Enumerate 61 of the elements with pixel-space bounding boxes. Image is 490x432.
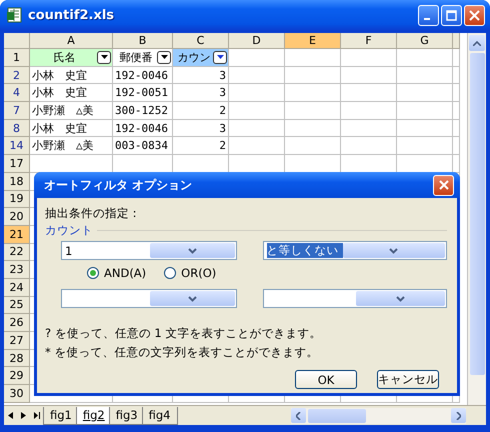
table-cell: 2 xyxy=(173,102,229,120)
table-cell: 192-0046 xyxy=(113,120,173,138)
prompt-label: 抽出条件の指定 : xyxy=(45,206,138,221)
filter-header-cell: 郵便番 xyxy=(113,49,173,67)
column-header[interactable]: G xyxy=(397,33,453,49)
row-header[interactable]: 20 xyxy=(4,208,30,226)
table-cell: 2 xyxy=(173,137,229,156)
row-header[interactable]: 2 xyxy=(4,66,30,84)
column-header[interactable]: B xyxy=(113,33,173,49)
sheet-tab[interactable]: fig4 xyxy=(142,406,178,424)
row-header[interactable]: 1 xyxy=(4,49,30,67)
radio-option[interactable]: AND(A) xyxy=(87,266,146,280)
row-header[interactable]: 24 xyxy=(4,278,30,297)
sheet-tab[interactable]: fig3 xyxy=(108,406,145,424)
row-header[interactable]: 19 xyxy=(4,190,30,208)
column-header[interactable]: A xyxy=(30,33,113,49)
table-cell: 192-0046 xyxy=(113,66,173,84)
value-combo-box[interactable]: 1 xyxy=(61,241,237,260)
row-header[interactable]: 21 xyxy=(4,226,30,244)
table-cell: 小野瀬 △美 xyxy=(30,102,113,120)
column-header[interactable]: D xyxy=(229,33,285,49)
table-cell: 300-1252 xyxy=(113,102,173,120)
table-cell: 3 xyxy=(173,120,229,138)
row-header[interactable]: 28 xyxy=(4,350,30,368)
table-cell: 小林 史宜 xyxy=(30,84,113,102)
row-header[interactable]: 23 xyxy=(4,261,30,279)
column-header[interactable]: F xyxy=(341,33,397,49)
row-header[interactable]: 8 xyxy=(4,120,30,138)
row-header[interactable]: 30 xyxy=(4,385,30,403)
table-cell: 小林 史宜 xyxy=(30,66,113,84)
table-cell: 小林 史宜 xyxy=(30,120,113,138)
hint-text: ? を使って、任意の 1 文字を表すことができます。 xyxy=(45,326,322,341)
row-header[interactable]: 22 xyxy=(4,244,30,262)
row-header[interactable]: 25 xyxy=(4,296,30,314)
window-title: countif2.xls xyxy=(28,8,114,22)
ok-button[interactable]: OK xyxy=(295,370,357,389)
column-header[interactable]: E xyxy=(285,33,341,49)
row-header[interactable]: 26 xyxy=(4,314,30,332)
row-header[interactable]: 29 xyxy=(4,367,30,386)
table-cell: 3 xyxy=(173,66,229,84)
column-header[interactable]: C xyxy=(173,33,229,49)
sheet-tab[interactable]: fig2 xyxy=(76,406,112,424)
field-label: カウント xyxy=(45,223,93,238)
row-header[interactable]: 18 xyxy=(4,172,30,190)
row-header[interactable]: 14 xyxy=(4,137,30,156)
table-cell: 3 xyxy=(173,84,229,102)
filter-header-cell: カウン xyxy=(173,49,229,67)
table-cell: 003-0834 xyxy=(113,137,173,156)
hint-text: * を使って、任意の文字列を表すことができます。 xyxy=(45,345,320,360)
row-header[interactable]: 27 xyxy=(4,332,30,350)
radio-option[interactable]: OR(O) xyxy=(164,266,216,280)
dialog-title: オートフィルタ オプション xyxy=(44,176,192,194)
row-header[interactable]: 17 xyxy=(4,155,30,173)
row-header[interactable]: 7 xyxy=(4,102,30,120)
table-cell: 192-0051 xyxy=(113,84,173,102)
operator-combo-box[interactable]: と等しくない xyxy=(262,241,447,260)
filter-header-cell: 氏名 xyxy=(30,49,113,67)
table-cell: 小野瀬 △美 xyxy=(30,137,113,156)
sheet-tab[interactable]: fig1 xyxy=(43,406,79,424)
cancel-button[interactable]: キャンセル xyxy=(377,370,439,389)
row-header[interactable]: 4 xyxy=(4,84,30,102)
